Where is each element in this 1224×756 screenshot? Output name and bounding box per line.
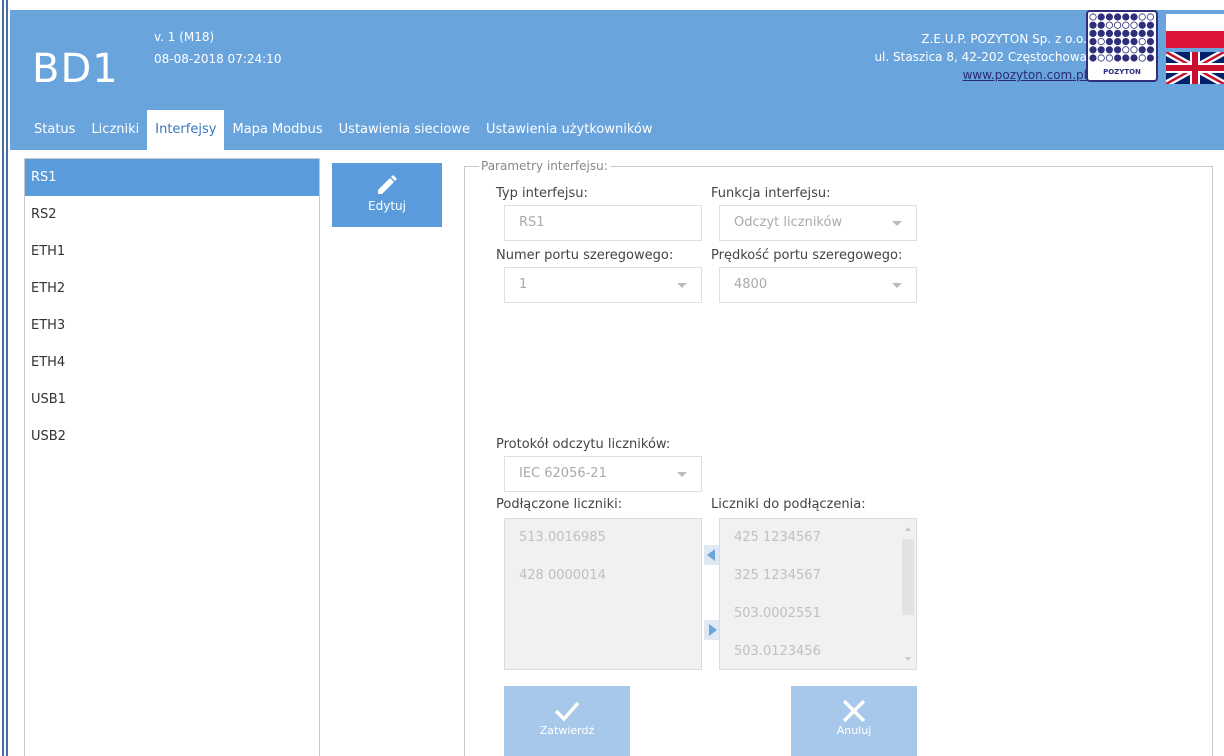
cancel-button-label: Anuluj [836,724,872,737]
serial-speed-label: Prędkość portu szeregowego: [711,248,903,263]
serial-port-label: Numer portu szeregowego: [496,248,674,263]
tab-ustawienia-uzytkownikow[interactable]: Ustawienia użytkowników [478,110,661,150]
list-item[interactable]: 325 1234567 [720,557,916,595]
move-right-button[interactable] [704,620,720,640]
flag-uk-icon[interactable] [1166,52,1224,84]
list-item[interactable]: 425 1234567 [720,519,916,557]
cancel-button[interactable]: Anuluj [791,686,917,756]
sidebar-item-eth2[interactable]: ETH2 [25,270,319,307]
edit-button-label: Edytuj [368,199,406,213]
device-name: BD1 [32,46,119,92]
main-tabs: Status Liczniki Interfejsy Mapa Modbus U… [10,110,661,150]
chevron-down-icon [892,283,902,288]
params-legend: Parametry interfejsu: [481,159,608,173]
check-icon [554,701,580,722]
serial-port-select[interactable]: 1 [504,267,702,303]
interface-list: RS1 RS2 ETH1 ETH2 ETH3 ETH4 USB1 USB2 [24,158,320,756]
move-left-button[interactable] [704,545,720,565]
scroll-up-icon[interactable] [905,527,911,531]
connected-meters-list[interactable]: 513.0016985 428 0000014 [504,518,702,670]
sidebar-item-usb1[interactable]: USB1 [25,381,319,418]
serial-port-value: 1 [519,277,528,292]
confirm-button[interactable]: Zatwierdź [504,686,630,756]
sidebar-item-usb2[interactable]: USB2 [25,418,319,455]
sidebar-item-rs1[interactable]: RS1 [25,159,319,196]
available-meters-label: Liczniki do podłączenia: [711,497,866,512]
tab-liczniki[interactable]: Liczniki [83,110,147,150]
version-label: v. 1 (M18) [154,30,215,44]
window-border [0,0,10,756]
tab-status[interactable]: Status [10,110,83,150]
scroll-down-icon[interactable] [905,657,911,661]
interface-function-value: Odczyt liczników [734,215,843,230]
protocol-select[interactable]: IEC 62056-21 [504,456,702,492]
list-item[interactable]: 513.0016985 [505,519,701,557]
datetime-label: 08-08-2018 07:24:10 [154,52,282,66]
close-icon [842,700,866,722]
protocol-label: Protokół odczytu liczników: [496,437,671,452]
protocol-value: IEC 62056-21 [519,466,607,481]
sidebar-item-eth4[interactable]: ETH4 [25,344,319,381]
tab-mapa-modbus[interactable]: Mapa Modbus [224,110,330,150]
connected-meters-label: Podłączone liczniki: [496,497,623,512]
interface-type-field[interactable]: RS1 [504,205,702,241]
tab-ustawienia-sieciowe[interactable]: Ustawienia sieciowe [331,110,478,150]
chevron-down-icon [677,283,687,288]
scrollbar-thumb[interactable] [902,539,914,615]
list-item[interactable]: 428 0000014 [505,557,701,595]
list-item[interactable]: 503.0002551 [720,595,916,633]
company-logo: POZYTON [1086,10,1158,82]
pencil-icon [378,175,397,194]
interface-function-select[interactable]: Odczyt liczników [719,205,917,241]
serial-speed-select[interactable]: 4800 [719,267,917,303]
company-info: Z.E.U.P. POZYTON Sp. z o.o. ul. Staszica… [874,30,1087,84]
tab-interfejsy[interactable]: Interfejsy [147,110,225,150]
edit-button[interactable]: Edytuj [332,163,442,227]
serial-speed-value: 4800 [734,277,768,292]
sidebar-item-eth3[interactable]: ETH3 [25,307,319,344]
interface-function-label: Funkcja interfejsu: [711,186,831,201]
chevron-down-icon [677,472,687,477]
sidebar-item-eth1[interactable]: ETH1 [25,233,319,270]
interface-type-label: Typ interfejsu: [496,186,588,201]
company-link[interactable]: www.pozyton.com.pl [963,68,1087,82]
sidebar-item-rs2[interactable]: RS2 [25,196,319,233]
scrollbar[interactable] [902,523,914,665]
flag-pl-icon[interactable] [1166,14,1224,48]
chevron-down-icon [892,221,902,226]
logo-text: POZYTON [1103,68,1141,76]
list-item[interactable]: 503.0123456 [720,633,916,671]
company-name: Z.E.U.P. POZYTON Sp. z o.o. [921,32,1087,46]
available-meters-list[interactable]: 425 1234567 325 1234567 503.0002551 503.… [719,518,917,670]
company-address: ul. Staszica 8, 42-202 Częstochowa [874,50,1087,64]
confirm-button-label: Zatwierdź [539,724,595,737]
